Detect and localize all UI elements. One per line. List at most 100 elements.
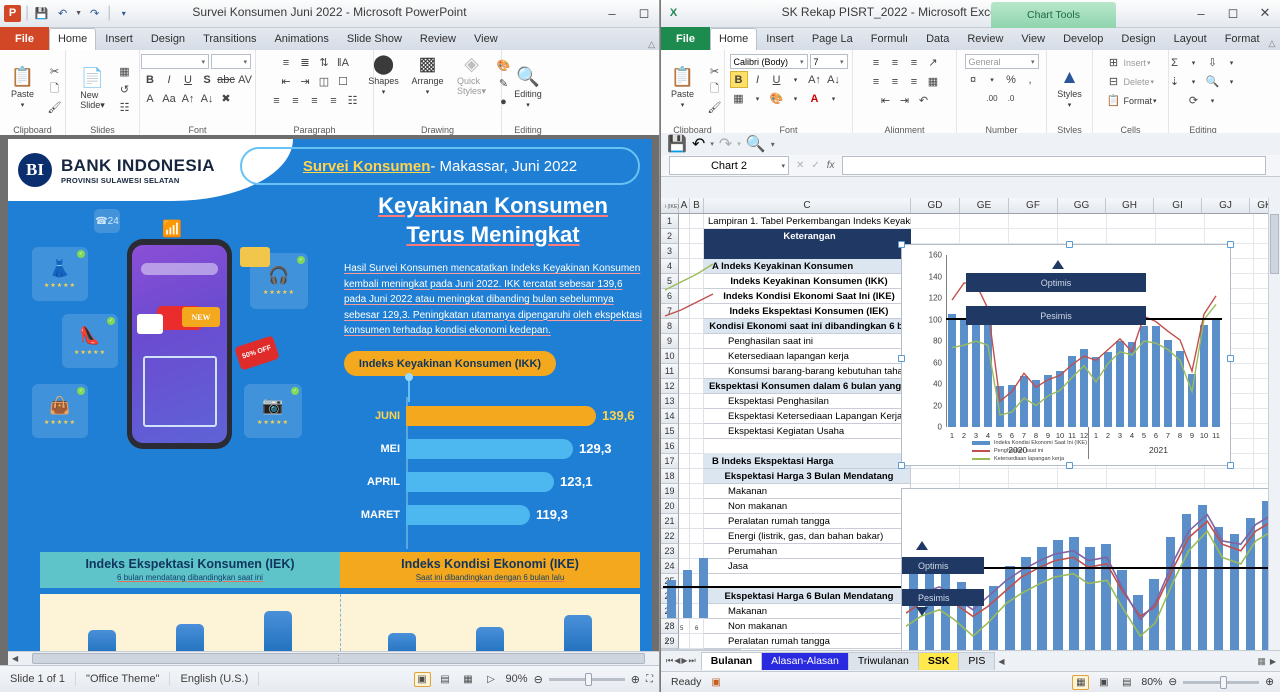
copy-icon[interactable]: 🗋: [46, 81, 64, 98]
format-label[interactable]: Format: [1123, 96, 1152, 106]
underline-icon[interactable]: U: [179, 71, 197, 88]
scroll-thumb[interactable]: [1270, 214, 1279, 274]
chevron-down-icon[interactable]: ▾: [781, 162, 785, 170]
prev-sheet-icon[interactable]: ◀: [674, 656, 680, 666]
tab-view[interactable]: View: [1012, 28, 1054, 50]
undo-icon[interactable]: ↶: [692, 134, 705, 154]
underline-icon[interactable]: U: [768, 71, 786, 88]
formula-bar-buttons[interactable]: ✕ ✓ fx: [789, 160, 842, 171]
scroll-thumb[interactable]: ⋮: [32, 653, 645, 664]
format-painter-icon[interactable]: 🖌: [46, 99, 64, 116]
formula-input[interactable]: [841, 156, 1266, 175]
find-select-icon[interactable]: 🔍: [1204, 73, 1222, 90]
bullets-icon[interactable]: ≡: [277, 54, 295, 71]
tab-insert[interactable]: Insert: [96, 28, 142, 50]
minimize-icon[interactable]: –: [1190, 2, 1212, 24]
columns-icon[interactable]: ◫: [315, 73, 333, 90]
align-left-icon[interactable]: ≡: [268, 92, 286, 109]
zoom-out-icon[interactable]: ⊖: [1168, 676, 1177, 688]
convert-smartart-icon[interactable]: ☷: [344, 92, 362, 109]
tab-design[interactable]: Design: [142, 28, 194, 50]
print-preview-icon[interactable]: 🔍: [746, 134, 766, 154]
clear-dropdown-icon[interactable]: ▾: [1204, 92, 1222, 109]
styles-button[interactable]: ▲ Styles ▾: [1049, 67, 1091, 111]
autosum-icon[interactable]: Σ: [1166, 54, 1184, 71]
sheet-tab-ssk[interactable]: SSK: [917, 652, 960, 670]
tab-slide-show[interactable]: Slide Show: [338, 28, 411, 50]
language-indicator[interactable]: English (U.S.): [170, 672, 260, 686]
fill-series-icon[interactable]: ⇣: [1166, 73, 1184, 90]
tab-review[interactable]: Review: [958, 28, 1012, 50]
zoom-slider-knob[interactable]: [1219, 675, 1227, 689]
close-icon[interactable]: ✕: [1254, 2, 1276, 24]
format-painter-icon[interactable]: 🖌: [706, 99, 724, 116]
new-slide-button[interactable]: 📄 New Slide▾: [72, 68, 114, 110]
cancel-edit-icon[interactable]: ✕: [796, 160, 804, 171]
align-top-icon[interactable]: ≡: [867, 54, 885, 71]
fit-slide-icon[interactable]: ⛶: [646, 674, 653, 685]
bold-icon[interactable]: B: [141, 71, 159, 88]
underline-dropdown-icon[interactable]: ▾: [787, 71, 805, 88]
slide-canvas[interactable]: BI BANK INDONESIA PROVINSI SULAWESI SELA…: [8, 139, 652, 651]
xl-ribbon-tabs[interactable]: File Home Insert Page La Formulı Data Re…: [661, 27, 1280, 50]
decrease-indent-icon[interactable]: ⇤: [877, 92, 895, 109]
shrink-font-icon[interactable]: A↓: [825, 71, 843, 88]
orientation-icon[interactable]: ↗: [924, 54, 942, 71]
sheet-nav-buttons[interactable]: ⏮ ◀ ▶ ⏭: [661, 656, 701, 666]
grow-font-icon[interactable]: A↑: [179, 90, 197, 107]
quick-styles-button[interactable]: ◈ Quick Styles▾: [451, 54, 493, 96]
merge-cells-icon[interactable]: ▦: [924, 73, 942, 90]
resize-handle[interactable]: [1227, 462, 1234, 469]
zoom-slider[interactable]: [1183, 675, 1260, 689]
confirm-edit-icon[interactable]: ✓: [811, 160, 819, 171]
zoom-in-icon[interactable]: ⊕: [631, 673, 640, 686]
align-bottom-icon[interactable]: ≡: [905, 54, 923, 71]
character-spacing-icon[interactable]: AV: [236, 71, 254, 88]
macro-record-icon[interactable]: ▣: [711, 677, 720, 688]
insert-cells-icon[interactable]: ⊞: [1104, 54, 1122, 71]
minimize-icon[interactable]: –: [601, 2, 623, 24]
currency-icon[interactable]: ¤: [964, 71, 982, 88]
find-dropdown-icon[interactable]: ▾: [1223, 73, 1241, 90]
font-size-input[interactable]: 7 ▾: [809, 54, 848, 69]
xl-quick-access-toolbar[interactable]: 💾 ↶ ▾ ↷ ▾ 🔍 ▾: [661, 133, 1280, 155]
tab-transitions[interactable]: Transitions: [194, 28, 265, 50]
borders-icon[interactable]: ▦: [730, 90, 748, 107]
sheet-tab-triwulanan[interactable]: Triwulanan: [847, 652, 919, 670]
format-cells-icon[interactable]: 📋: [1104, 92, 1122, 109]
layout-icon[interactable]: ▦: [116, 63, 134, 80]
chart-object-ekspektasi[interactable]: Optimis Pesimis: [901, 488, 1280, 650]
reset-icon[interactable]: ↺: [116, 81, 134, 98]
paste-button[interactable]: 📋 Paste ▾: [2, 67, 44, 111]
tab-view[interactable]: View: [465, 28, 507, 50]
shrink-font-icon[interactable]: A↓: [198, 90, 216, 107]
ppt-zoom-level[interactable]: 90%: [506, 673, 528, 685]
italic-icon[interactable]: I: [160, 71, 178, 88]
sheet-tab-alasan-alasan[interactable]: Alasan-Alasan: [761, 652, 849, 670]
numbering-icon[interactable]: ≣: [296, 54, 314, 71]
shadow-icon[interactable]: S: [198, 71, 216, 88]
cut-icon[interactable]: ✂: [46, 63, 64, 80]
wrap-text-icon[interactable]: ↶: [915, 92, 933, 109]
view-page-break-icon[interactable]: ▤: [1118, 675, 1135, 690]
align-left-icon[interactable]: ≡: [867, 73, 885, 90]
tab-format[interactable]: Format: [1216, 28, 1269, 50]
zoom-in-icon[interactable]: ⊕: [1265, 676, 1274, 688]
view-reading-icon[interactable]: ▦: [460, 672, 477, 687]
tab-layout[interactable]: Layout: [1165, 28, 1216, 50]
maximize-icon[interactable]: ◻: [633, 2, 655, 24]
resize-handle[interactable]: [898, 241, 905, 248]
redo-icon[interactable]: ↷: [719, 134, 732, 154]
sheet-tab-bulanan[interactable]: Bulanan: [700, 652, 763, 670]
save-icon[interactable]: 💾: [667, 134, 687, 154]
tab-home[interactable]: Home: [48, 28, 97, 50]
currency-dropdown-icon[interactable]: ▾: [983, 71, 1001, 88]
sheet-tab-pis[interactable]: PIS: [958, 652, 996, 670]
ppt-window-controls[interactable]: – ◻: [601, 2, 655, 24]
tab-review[interactable]: Review: [411, 28, 465, 50]
tab-developer[interactable]: Develop: [1054, 28, 1112, 50]
tab-animations[interactable]: Animations: [265, 28, 337, 50]
view-normal-icon[interactable]: ▦: [1072, 674, 1090, 690]
cut-icon[interactable]: ✂: [706, 63, 724, 80]
last-sheet-icon[interactable]: ⏭: [689, 656, 696, 666]
